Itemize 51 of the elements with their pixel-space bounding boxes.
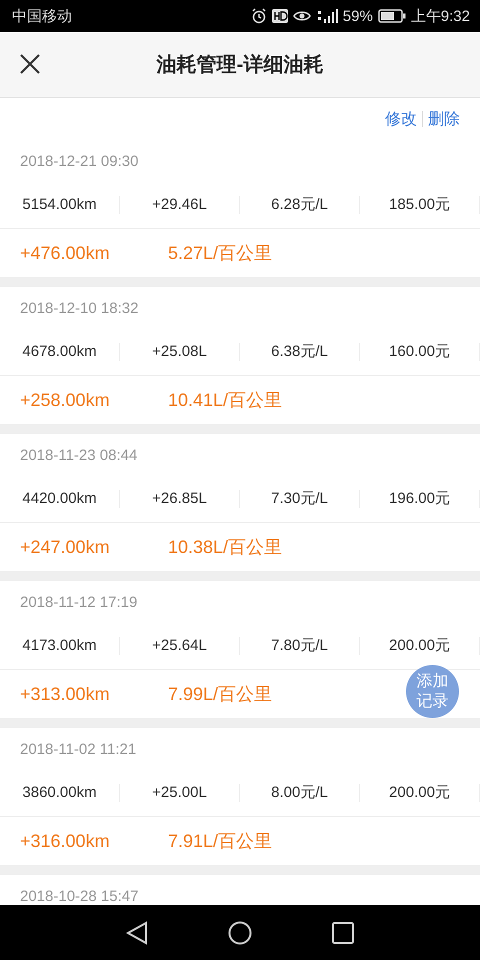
fuel-price: 6.28元/L bbox=[240, 196, 360, 214]
eye-icon bbox=[292, 9, 311, 23]
odometer-value: 4420.00km bbox=[0, 490, 120, 508]
fuel-amount: +25.00L bbox=[120, 784, 240, 802]
fuel-cost: 200.00元 bbox=[360, 637, 480, 655]
odometer-value: 5154.00km bbox=[0, 196, 120, 214]
clock-time: 上午9:32 bbox=[410, 6, 470, 26]
consumption-value: 7.99L/百公里 bbox=[168, 683, 272, 706]
fuel-amount: +26.85L bbox=[120, 490, 240, 508]
consumption-value: 10.41L/百公里 bbox=[168, 389, 282, 412]
carrier-name: 中国移动 bbox=[12, 6, 72, 26]
fuel-price: 7.80元/L bbox=[240, 637, 360, 655]
hd-icon bbox=[272, 9, 288, 23]
home-icon[interactable] bbox=[228, 920, 252, 944]
close-icon[interactable] bbox=[18, 52, 42, 76]
distance-value: +476.00km bbox=[20, 242, 110, 262]
record-date: 2018-11-02 11:21 bbox=[20, 740, 136, 758]
distance-value: +313.00km bbox=[20, 684, 110, 704]
page-title: 油耗管理-详细油耗 bbox=[156, 52, 324, 78]
record-date: 2018-12-10 18:32 bbox=[20, 300, 138, 316]
fuel-cost: 160.00元 bbox=[360, 343, 480, 361]
alarm-icon bbox=[250, 8, 267, 24]
battery-percent: 59% bbox=[342, 8, 373, 24]
odometer-value: 4173.00km bbox=[0, 637, 120, 655]
recents-icon[interactable] bbox=[332, 922, 354, 944]
fuel-cost: 196.00元 bbox=[360, 490, 480, 508]
fuel-amount: +25.64L bbox=[120, 637, 240, 655]
distance-value: +247.00km bbox=[20, 536, 110, 556]
fuel-amount: +25.08L bbox=[120, 343, 240, 361]
back-icon[interactable] bbox=[126, 920, 148, 944]
distance-value: +258.00km bbox=[20, 390, 110, 410]
record-date: 2018-10-28 15:47 bbox=[20, 888, 138, 904]
fuel-price: 7.30元/L bbox=[240, 490, 360, 508]
record-date: 2018-11-12 17:19 bbox=[20, 594, 138, 610]
fuel-price: 6.38元/L bbox=[240, 343, 360, 361]
action-link[interactable]: 删除 bbox=[428, 108, 460, 130]
odometer-value: 4678.00km bbox=[0, 343, 120, 361]
fuel-cost: 185.00元 bbox=[360, 196, 480, 214]
consumption-value: 5.27L/百公里 bbox=[168, 242, 272, 265]
record-date: 2018-12-21 09:30 bbox=[20, 152, 138, 170]
odometer-value: 3860.00km bbox=[0, 784, 120, 802]
fuel-amount: +29.46L bbox=[120, 196, 240, 214]
action-link[interactable]: 修改 bbox=[385, 108, 417, 130]
consumption-value: 10.38L/百公里 bbox=[168, 536, 282, 559]
signal-icon bbox=[316, 8, 338, 24]
record-date: 2018-11-23 08:44 bbox=[20, 446, 138, 464]
battery-icon bbox=[378, 9, 406, 23]
fuel-cost: 200.00元 bbox=[360, 784, 480, 802]
distance-value: +316.00km bbox=[20, 830, 110, 850]
fuel-price: 8.00元/L bbox=[240, 784, 360, 802]
consumption-value: 7.91L/百公里 bbox=[168, 830, 272, 853]
